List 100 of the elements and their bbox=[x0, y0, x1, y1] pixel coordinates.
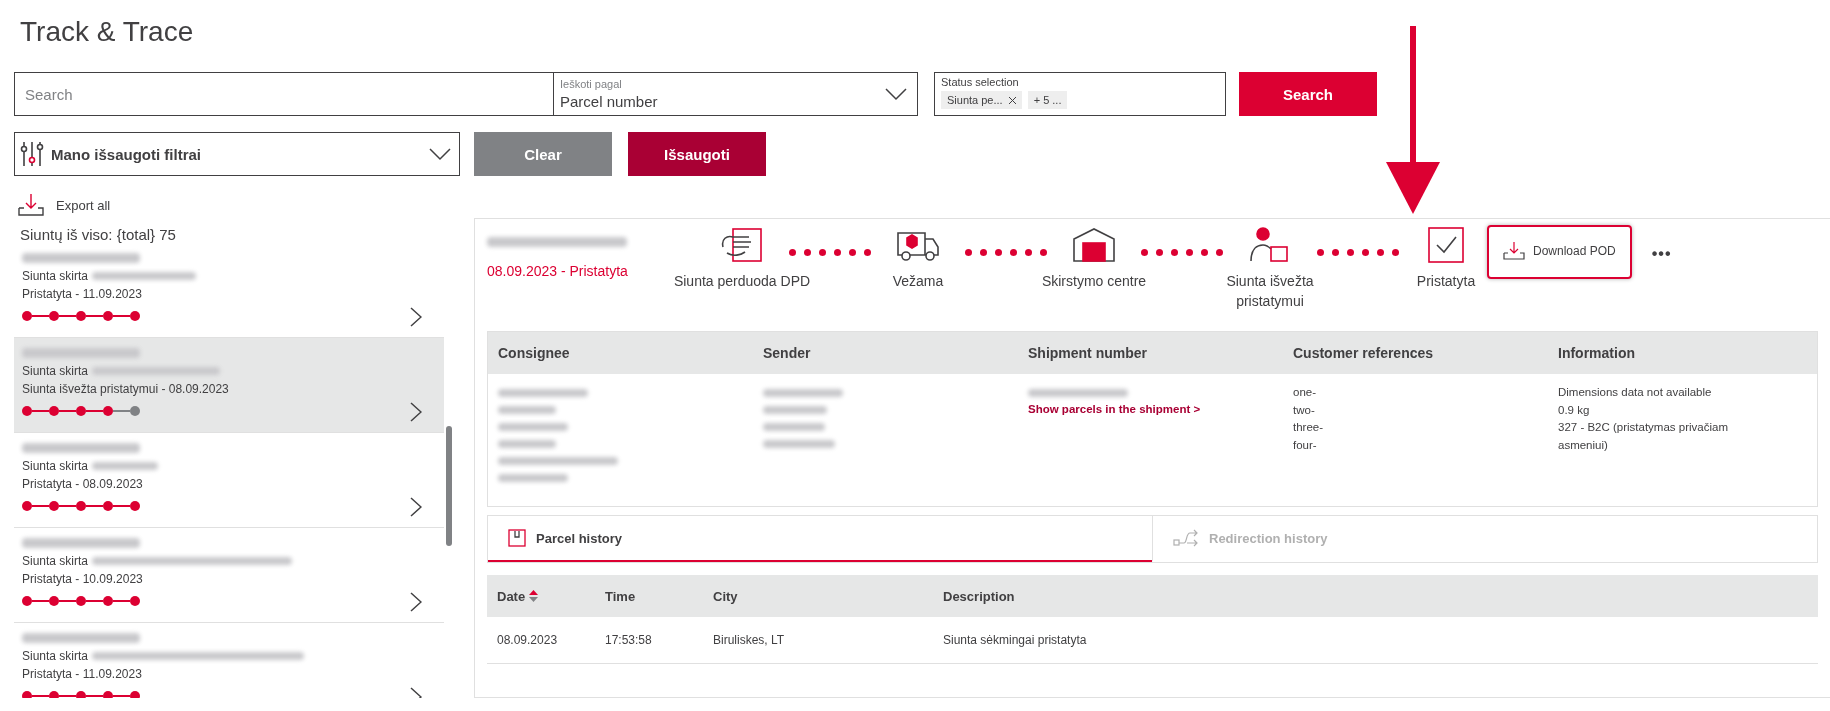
column-header: City bbox=[712, 588, 739, 604]
show-parcels-link[interactable]: Show parcels in the shipment > bbox=[1028, 401, 1283, 419]
parcel-list-item[interactable]: Siunta skirta Pristatyta - 10.09.2023 bbox=[14, 528, 444, 623]
parcel-count: Siuntų iš viso: {total} 75 bbox=[20, 226, 177, 243]
progress-dot bbox=[1171, 249, 1178, 256]
progress-dot bbox=[819, 249, 826, 256]
table-cell-text: 0.9 kg bbox=[1558, 402, 1591, 418]
recipient-label: Siunta skirta bbox=[22, 554, 89, 568]
parcel-list-item[interactable]: Siunta skirta Pristatyta - 08.09.2023 bbox=[14, 433, 444, 528]
search-button[interactable]: Search bbox=[1239, 72, 1377, 116]
progress-dot bbox=[1362, 249, 1369, 256]
more-button[interactable]: ••• bbox=[1651, 245, 1672, 263]
progress-dot bbox=[995, 249, 1002, 256]
chip-label: Siunta pe... bbox=[947, 94, 1003, 106]
progress-dot bbox=[1010, 249, 1017, 256]
table-cell-text: three- bbox=[1293, 420, 1325, 435]
step-label: Siunta perduoda DPD bbox=[673, 272, 811, 291]
chip-label: + 5 ... bbox=[1033, 94, 1062, 106]
table-cell-text: four- bbox=[1293, 437, 1318, 453]
status-selection-field[interactable]: Status selection Siunta pe... + 5 ... bbox=[934, 72, 1226, 116]
save-button[interactable]: Išsaugoti bbox=[628, 132, 766, 176]
step-label: Vežama bbox=[892, 272, 944, 291]
parcel-status: Siunta išvežta pristatymui - 08.09.2023 bbox=[22, 381, 230, 398]
search-by-dropdown[interactable]: Ieškoti pagal Parcel number bbox=[554, 72, 918, 116]
field-label: Status selection bbox=[941, 76, 1020, 88]
saved-filters-dropdown[interactable]: Mano išsaugoti filtrai bbox=[14, 132, 460, 176]
progress-dot bbox=[1392, 249, 1399, 256]
parcel-status: Pristatyta - 10.09.2023 bbox=[22, 571, 144, 588]
warehouse-icon bbox=[1071, 225, 1117, 265]
blurred-text bbox=[763, 406, 827, 414]
column-header: Consignee bbox=[497, 345, 571, 361]
progress-dot bbox=[1025, 249, 1032, 256]
table-cell-text: Biruliskes, LT bbox=[712, 633, 786, 647]
progress-dot bbox=[1141, 249, 1148, 256]
page-title: Track & Trace bbox=[19, 15, 195, 49]
search-field[interactable]: Search bbox=[14, 72, 554, 116]
table-cell-text: 17:53:58 bbox=[604, 633, 653, 647]
box-icon bbox=[508, 529, 526, 547]
status-chip[interactable]: Siunta pe... bbox=[941, 91, 1022, 109]
blurred-text bbox=[498, 406, 556, 414]
export-all-link[interactable]: Export all bbox=[56, 197, 111, 213]
column-header: Information bbox=[1557, 345, 1636, 361]
table-cell-text: one- bbox=[1293, 385, 1318, 400]
recipient-label: Siunta skirta bbox=[22, 364, 89, 378]
scrollbar[interactable] bbox=[446, 426, 452, 546]
status-chip[interactable]: + 5 ... bbox=[1027, 91, 1068, 109]
blurred-text bbox=[498, 440, 556, 448]
column-header: Customer references bbox=[1292, 345, 1435, 361]
column-header[interactable]: Date bbox=[497, 588, 526, 604]
close-icon[interactable] bbox=[1008, 96, 1016, 104]
parcel-list-item[interactable]: Siunta skirta Pristatyta - 11.09.2023 bbox=[14, 623, 444, 698]
delivery-status: 08.09.2023 - Pristatyta bbox=[487, 263, 629, 279]
chevron-right-icon[interactable] bbox=[410, 497, 422, 517]
progress-dot bbox=[864, 249, 871, 256]
progress-dot bbox=[1347, 249, 1354, 256]
parcel-list-item[interactable]: Siunta skirta Siunta išvežta pristatymui - 08.09.2023 bbox=[14, 338, 444, 433]
table-cell-text: Dimensions data not available bbox=[1558, 385, 1713, 400]
parcel-status: Pristatyta - 08.09.2023 bbox=[22, 476, 144, 493]
progress-dot bbox=[834, 249, 841, 256]
column-header: Time bbox=[604, 588, 637, 604]
progress-dot bbox=[1216, 249, 1223, 256]
recipient-label: Siunta skirta bbox=[22, 269, 89, 283]
progress-dot bbox=[980, 249, 987, 256]
progress-dot bbox=[965, 249, 972, 256]
chevron-right-icon[interactable] bbox=[410, 592, 422, 612]
chevron-down-icon bbox=[885, 87, 907, 101]
column-header: Shipment number bbox=[1027, 345, 1148, 361]
progress-dot bbox=[849, 249, 856, 256]
recipient-label: Siunta skirta bbox=[22, 649, 89, 663]
clear-button[interactable]: Clear bbox=[474, 132, 612, 176]
progress-dot bbox=[1377, 249, 1384, 256]
blurred-text bbox=[92, 462, 159, 470]
step-label: Skirstymo centre bbox=[1041, 272, 1147, 291]
sort-icon[interactable] bbox=[529, 590, 539, 602]
route-icon bbox=[1173, 529, 1199, 547]
progress-dot bbox=[804, 249, 811, 256]
chevron-right-icon[interactable] bbox=[410, 307, 422, 327]
progress-dot bbox=[1317, 249, 1324, 256]
progress-dot bbox=[1201, 249, 1208, 256]
blurred-text bbox=[498, 423, 568, 431]
column-header: Sender bbox=[762, 345, 812, 361]
progress-dot bbox=[789, 249, 796, 256]
step-label: Pristatyta bbox=[1416, 272, 1476, 291]
chevron-down-icon bbox=[429, 147, 451, 161]
table-cell-text: 327 - B2C (pristatymas privačiam asmeniui) bbox=[1558, 420, 1729, 453]
parcel-status: Pristatyta - 11.09.2023 bbox=[22, 666, 143, 683]
table-cell-text: 08.09.2023 bbox=[496, 633, 559, 647]
dropdown-value: Mano išsaugoti filtrai bbox=[51, 145, 202, 163]
column-header: Description bbox=[942, 588, 1016, 604]
download-icon bbox=[18, 193, 44, 217]
table-cell-text: Siunta sėkmingai pristatyta bbox=[942, 633, 1088, 647]
blurred-text bbox=[763, 423, 825, 431]
chevron-right-icon[interactable] bbox=[410, 402, 422, 422]
download-icon bbox=[1503, 241, 1525, 261]
progress-dot bbox=[1040, 249, 1047, 256]
progress-dot bbox=[1156, 249, 1163, 256]
step-label: Siunta išvežta pristatymui bbox=[1225, 272, 1315, 311]
hand-icon bbox=[719, 225, 765, 265]
recipient-label: Siunta skirta bbox=[22, 459, 89, 473]
dropdown-value: Parcel number bbox=[560, 93, 658, 110]
